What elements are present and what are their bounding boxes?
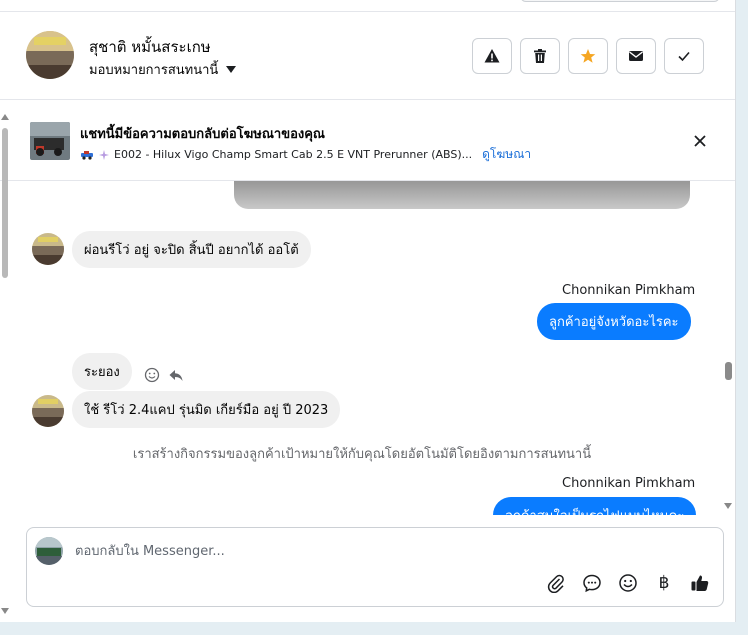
ad-thumbnail[interactable] xyxy=(30,122,70,160)
message-sender-name: Chonnikan Pimkham xyxy=(562,476,696,491)
like-button[interactable] xyxy=(689,572,711,594)
reply-composer: ฿ xyxy=(26,527,724,607)
reply-input[interactable] xyxy=(75,540,675,562)
payment-button[interactable]: ฿ xyxy=(653,572,675,594)
checkmark-icon xyxy=(678,51,690,62)
thumbs-up-icon xyxy=(691,575,709,591)
report-spam-button[interactable] xyxy=(472,38,512,74)
conversation-header: สุชาติ หมั้นสระเกษ มอบหมายการสนทนานี้ xyxy=(0,12,735,100)
attach-button[interactable] xyxy=(545,572,567,594)
sparkle-emoji-icon xyxy=(99,149,109,160)
header-actions xyxy=(472,38,704,74)
message-bubble-incoming[interactable]: ระยอง xyxy=(72,353,132,390)
baht-icon: ฿ xyxy=(658,573,670,593)
scrollbar-thumb[interactable] xyxy=(725,362,732,380)
delete-button[interactable] xyxy=(520,38,560,74)
envelope-icon xyxy=(629,51,643,61)
emoji-button[interactable] xyxy=(617,572,639,594)
chat-panel: สุชาติ หมั้นสระเกษ มอบหมายการสนทนานี้ แช… xyxy=(0,0,736,622)
ad-banner-title: แชทนี้มีข้อความตอบกลับต่อโฆษณาของคุณ xyxy=(80,127,325,142)
chat-bubble-icon xyxy=(583,574,601,593)
saved-replies-button[interactable] xyxy=(581,572,603,594)
react-emoji-icon[interactable] xyxy=(144,367,160,383)
composer-toolbar: ฿ xyxy=(545,572,711,594)
star-icon xyxy=(580,49,596,63)
panel-scrollbar[interactable] xyxy=(0,112,10,617)
assign-conversation-dropdown[interactable]: มอบหมายการสนทนานี้ xyxy=(89,59,237,80)
warning-icon xyxy=(484,49,500,63)
smiley-icon xyxy=(619,574,637,592)
ad-reply-banner: แชทนี้มีข้อความตอบกลับต่อโฆษณาของคุณ E00… xyxy=(0,101,735,181)
ad-banner-subtitle-row: E002 - Hilux Vigo Champ Smart Cab 2.5 E … xyxy=(80,145,531,164)
page-avatar xyxy=(35,537,63,565)
scrollbar-thumb[interactable] xyxy=(2,128,8,278)
close-icon[interactable] xyxy=(690,131,710,151)
message-bubble-incoming[interactable]: ใช้ รีโว่ 2.4แคป รุ่นมิด เกียร์มือ อยู่ … xyxy=(72,391,341,428)
star-button[interactable] xyxy=(568,38,608,74)
message-bubble-incoming[interactable]: ผ่อนรีโว่ อยู่ จะปิด สิ้นปี อยากได้ ออโต… xyxy=(72,231,311,268)
scroll-down-arrow-icon[interactable] xyxy=(724,503,732,509)
message-bubble-outgoing[interactable]: ลูกค้าสนใจเป็นรถไฟแบบไหนคะ xyxy=(493,497,697,515)
ad-banner-subtitle: E002 - Hilux Vigo Champ Smart Cab 2.5 E … xyxy=(114,148,473,161)
contact-avatar-small xyxy=(32,233,64,265)
contact-avatar[interactable] xyxy=(26,31,74,79)
scroll-up-arrow-icon[interactable] xyxy=(1,114,9,120)
image-attachment[interactable] xyxy=(234,181,690,209)
mark-unread-button[interactable] xyxy=(616,38,656,74)
thread-scrollbar[interactable] xyxy=(722,185,734,515)
top-strip xyxy=(0,0,735,12)
paperclip-icon xyxy=(547,574,564,593)
scroll-down-arrow-icon[interactable] xyxy=(1,608,9,614)
contact-name: สุชาติ หมั้นสระเกษ xyxy=(89,38,211,56)
reply-icon[interactable] xyxy=(168,367,184,383)
message-sender-name: Chonnikan Pimkham xyxy=(562,283,696,298)
mark-done-button[interactable] xyxy=(664,38,704,74)
assign-label: มอบหมายการสนทนานี้ xyxy=(89,63,219,78)
view-ad-link[interactable]: ดูโฆษณา xyxy=(482,145,531,164)
system-notice: เราสร้างกิจกรรมของลูกค้าเป้าหมายให้กับคุ… xyxy=(132,447,592,462)
search-field-edge[interactable] xyxy=(520,0,720,2)
trash-icon xyxy=(534,49,546,63)
car-emoji-icon xyxy=(81,150,93,160)
contact-avatar-small xyxy=(32,395,64,427)
message-bubble-outgoing[interactable]: ลูกค้าอยู่จังหวัดอะไรคะ xyxy=(537,303,691,340)
message-thread: ผ่อนรีโว่ อยู่ จะปิด สิ้นปี อยากได้ ออโต… xyxy=(10,181,722,515)
caret-down-icon xyxy=(226,66,237,73)
